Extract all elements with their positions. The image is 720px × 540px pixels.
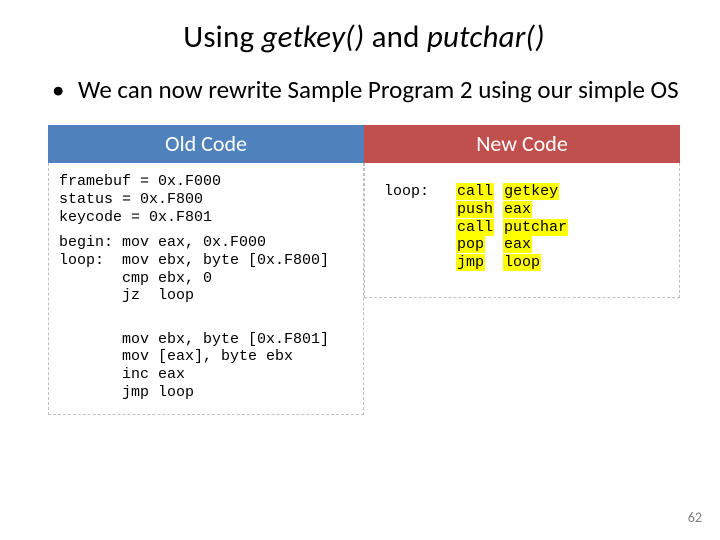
old-code-block1: begin: mov eax, 0x.F000 loop: mov ebx, b… (59, 234, 353, 305)
arg-3: eax (503, 236, 532, 253)
op-0: call (456, 183, 494, 200)
op-2: call (456, 219, 494, 236)
op-4: jmp (456, 254, 485, 271)
arg-2: putchar (503, 219, 568, 236)
title-fn1: getkey() (261, 18, 364, 56)
page-number: 62 (688, 509, 702, 526)
bullet-list: We can now rewrite Sample Program 2 usin… (48, 74, 680, 105)
old-code-header: Old Code (48, 125, 364, 163)
title-text-1: Using (183, 18, 261, 56)
old-code-defs: framebuf = 0x.F000 status = 0x.F800 keyc… (59, 173, 221, 225)
title-fn2: putchar() (427, 18, 545, 56)
op-3: pop (456, 236, 485, 253)
old-code-block2: mov ebx, byte [0x.F801] mov [eax], byte … (59, 331, 353, 402)
old-code-column: Old Code framebuf = 0x.F000 status = 0x.… (48, 125, 364, 414)
bullet-item: We can now rewrite Sample Program 2 usin… (74, 74, 680, 105)
op-1: push (456, 201, 494, 218)
loop-label: loop: (384, 183, 429, 200)
new-code-column: New Code loop: call getkey push eax call… (364, 125, 680, 414)
arg-1: eax (503, 201, 532, 218)
arg-0: getkey (503, 183, 559, 200)
slide-title: Using getkey() and putchar() (48, 18, 680, 56)
arg-4: loop (503, 254, 541, 271)
new-code-header: New Code (364, 125, 680, 163)
old-code-box: framebuf = 0x.F000 status = 0x.F800 keyc… (48, 163, 364, 414)
title-text-2: and (364, 18, 426, 56)
new-code-box: loop: call getkey push eax call putchar … (364, 163, 680, 298)
